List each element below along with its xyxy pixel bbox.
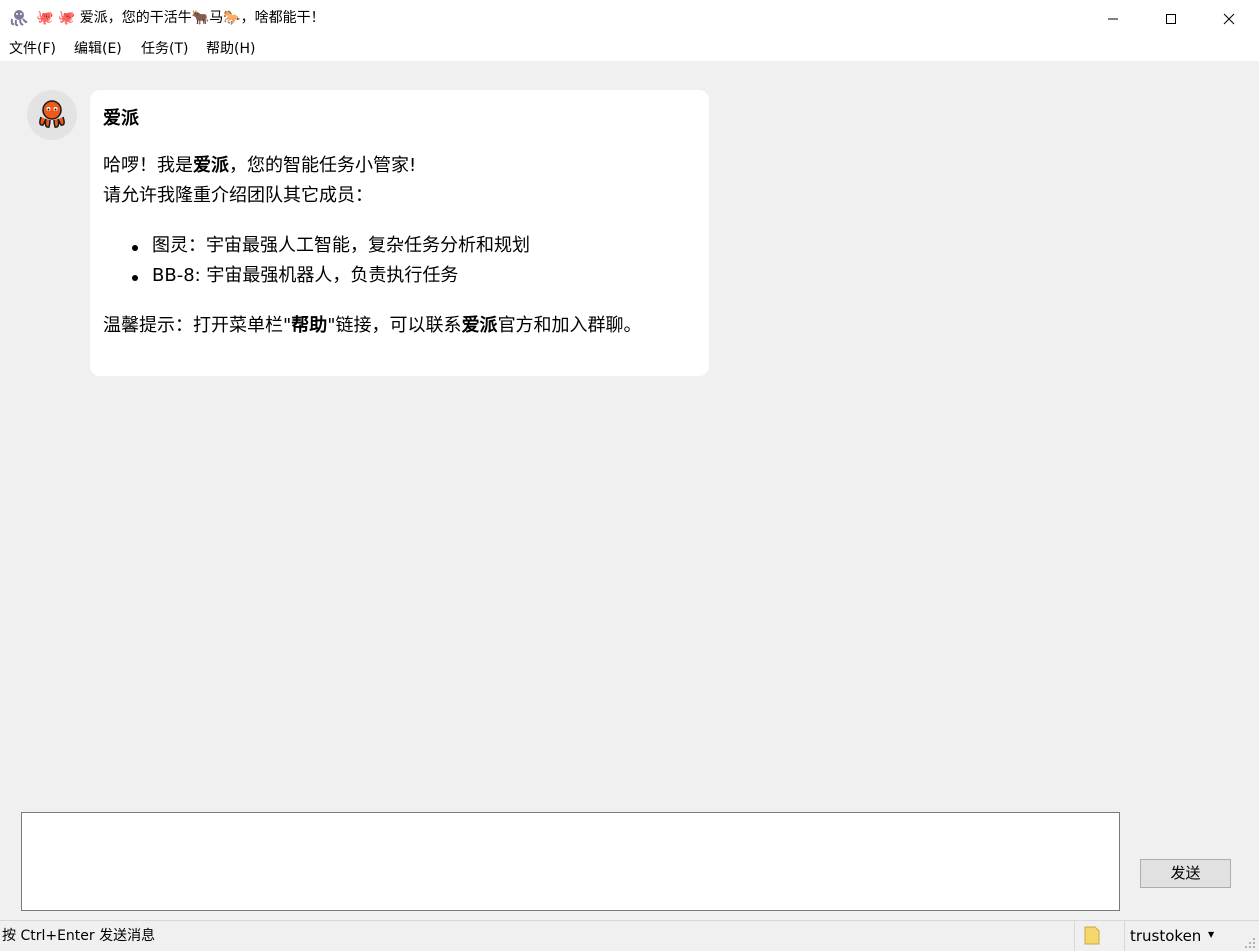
message-input[interactable] [22, 813, 1119, 910]
status-hint: 按 Ctrl+Enter 发送消息 [2, 928, 156, 944]
bullet-dot [132, 275, 138, 281]
menu-task[interactable]: 任务(T) [140, 41, 189, 58]
octopus-icon [10, 10, 28, 27]
bullet-dot [132, 245, 138, 251]
window-title: 🐙 🐙 爱派，您的干活牛🐂马🐎，啥都能干！ [36, 10, 325, 26]
title-bar: 🐙 🐙 爱派，您的干活牛🐂马🐎，啥都能干！ [0, 0, 1259, 37]
chevron-down-icon[interactable]: ▼ [1208, 930, 1214, 940]
message-bubble: 爱派 哈啰！我是爱派，您的智能任务小管家! 请允许我隆重介绍团队其它成员： 图灵… [90, 90, 709, 376]
status-bar: 按 Ctrl+Enter 发送消息 trustoken ▼ [0, 920, 1259, 951]
message-line-intro: 请允许我隆重介绍团队其它成员： [103, 185, 373, 206]
folder-icon[interactable] [1083, 924, 1101, 946]
token-select[interactable]: trustoken [1130, 927, 1201, 945]
status-divider [1074, 921, 1075, 951]
close-button[interactable] [1200, 0, 1258, 37]
send-button[interactable]: 发送 [1140, 859, 1231, 888]
message-line-tip: 温馨提示：打开菜单栏"帮助"链接，可以联系爱派官方和加入群聊。 [103, 315, 642, 336]
menu-bar: 文件(F) 编辑(E) 任务(T) 帮助(H) [0, 37, 1259, 62]
menu-file[interactable]: 文件(F) [8, 41, 57, 58]
message-sender: 爱派 [103, 108, 139, 129]
maximize-icon [1166, 13, 1176, 24]
menu-help[interactable]: 帮助(H) [205, 41, 256, 58]
message-line-greeting: 哈啰！我是爱派，您的智能任务小管家! [103, 155, 417, 176]
minimize-icon [1108, 18, 1118, 19]
avatar [27, 90, 77, 140]
list-item: 图灵：宇宙最强人工智能，复杂任务分析和规划 [152, 235, 530, 256]
maximize-button[interactable] [1142, 0, 1200, 37]
menu-edit[interactable]: 编辑(E) [73, 41, 123, 58]
resize-grip-icon[interactable] [1241, 934, 1257, 950]
status-divider [1124, 921, 1125, 951]
message-input-box[interactable] [21, 812, 1120, 911]
list-item: BB-8: 宇宙最强机器人，负责执行任务 [152, 265, 459, 286]
minimize-button[interactable] [1084, 0, 1142, 37]
octopus-icon [39, 100, 65, 128]
close-icon [1223, 13, 1235, 24]
